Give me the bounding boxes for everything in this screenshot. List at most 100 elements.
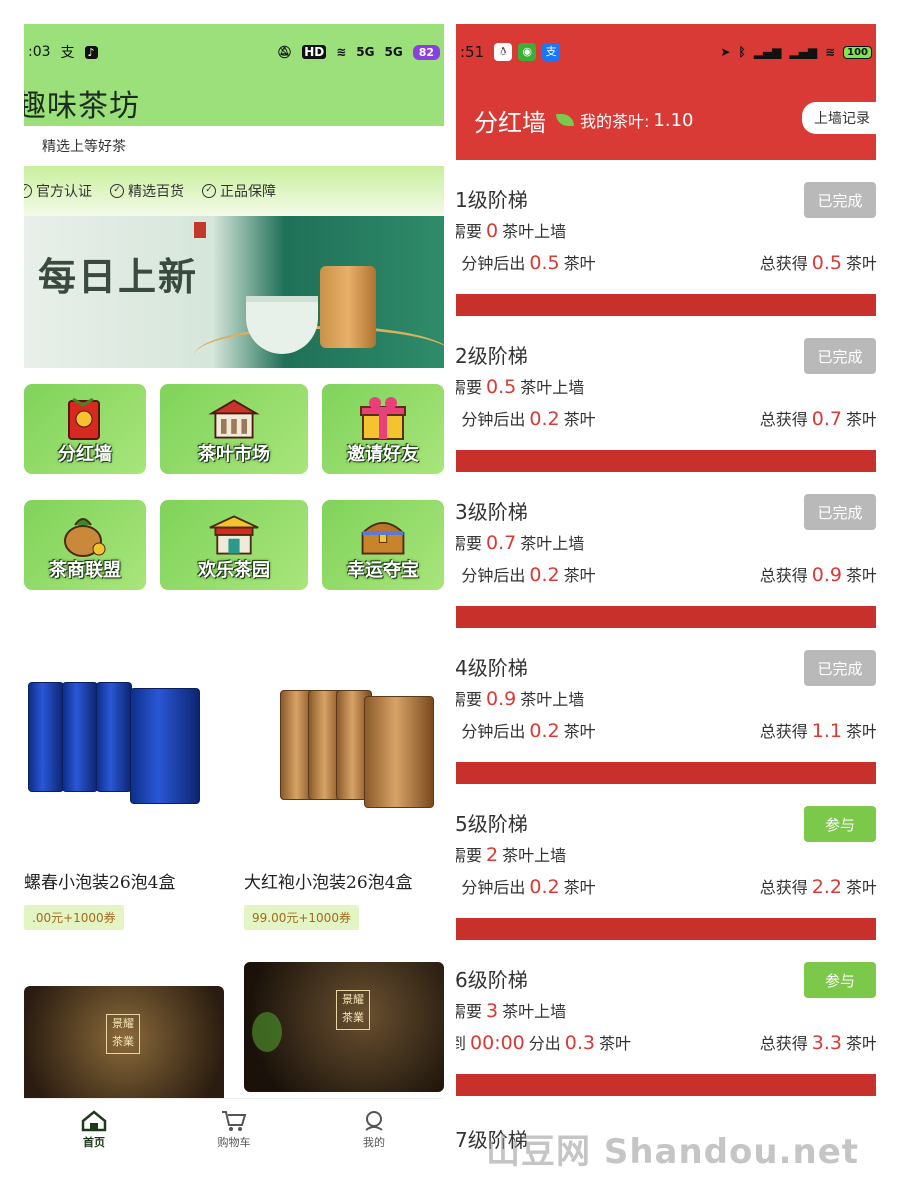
tile-label: 幸运夺宝	[347, 560, 419, 581]
promo-banner[interactable]: 每日上新	[24, 216, 444, 368]
ladder-level: 2级阶梯需要0.5茶叶上墙) 分钟后出0.2茶叶 总获得0.7茶叶 已完成	[456, 316, 876, 472]
required-amount: 0.5	[486, 376, 517, 398]
required-amount: 2	[486, 844, 499, 866]
check-circle-icon: ✓	[202, 184, 216, 198]
seal-stamp-icon	[194, 222, 206, 238]
status-bar: :51 🐧︎ ◉ 支 ➤ ᛒ ▂▄▆ ▂▄▆ ≋ 100	[456, 24, 876, 80]
badge-genuine: ✓ 正品保障	[202, 181, 276, 201]
leaf-decoration	[252, 1012, 282, 1052]
check-circle-icon: ✓	[24, 184, 32, 198]
total-amount: 2.2	[811, 876, 842, 898]
treasure-chest-icon	[357, 510, 409, 560]
output-amount: 0.2	[529, 408, 560, 430]
product-photo-right[interactable]: 景耀茶業	[244, 962, 444, 1092]
ladder-output-rate: ) 分钟后出0.5茶叶	[456, 252, 596, 274]
tab-profile[interactable]: 我的	[304, 1099, 444, 1160]
page-header: 分红墙 我的茶叶: 1.10 上墙记录	[456, 80, 876, 160]
home-icon	[81, 1109, 107, 1131]
product-price: .00元+1000券	[24, 905, 124, 930]
output-amount: 0.2	[529, 876, 560, 898]
my-leaves-value: 1.10	[653, 109, 694, 131]
section-divider	[456, 294, 876, 316]
tab-home[interactable]: 首页	[24, 1099, 164, 1160]
total-amount: 0.7	[811, 408, 842, 430]
required-amount: 0.9	[486, 688, 517, 710]
hd-badge: HD	[302, 45, 327, 59]
completed-button[interactable]: 已完成	[804, 650, 876, 686]
join-button[interactable]: 参与	[804, 806, 876, 842]
completed-button[interactable]: 已完成	[804, 338, 876, 374]
ladder-level: 1级阶梯需要0茶叶上墙) 分钟后出0.5茶叶 总获得0.5茶叶 已完成	[456, 160, 876, 316]
required-amount: 3	[486, 1000, 499, 1022]
left-phone-screen: :03 支 ♪ 🔕︎ HD ≋ 5G 5G 82 趣味茶坊 精选上等好茶 ✓ 官…	[24, 24, 444, 1160]
status-bar: :03 支 ♪ 🔕︎ HD ≋ 5G 5G 82	[24, 24, 444, 80]
section-divider	[456, 450, 876, 472]
product-card[interactable]: 大红袍小泡装26泡4盒 99.00元+1000券	[244, 664, 444, 930]
completed-button[interactable]: 已完成	[804, 182, 876, 218]
trust-badges: ✓ 官方认证 ✓ 精选百货 ✓ 正品保障	[24, 166, 444, 216]
badge-official: ✓ 官方认证	[24, 181, 92, 201]
ladder-level: 6级阶梯 需要 3 茶叶上墙到 00:00 分出 0.3 茶叶 总获得 3.3 茶叶 参与	[456, 940, 876, 1096]
mute-icon: 🔕︎	[276, 45, 293, 59]
signal-5g-2: 5G	[384, 45, 403, 59]
signal-icon: ▂▄▆	[789, 45, 818, 59]
banner-title: 每日上新	[38, 254, 199, 299]
tea-can-illustration	[320, 266, 376, 348]
product-card[interactable]: 螺春小泡装26泡4盒 .00元+1000券	[24, 664, 224, 930]
total-amount: 1.1	[811, 720, 842, 742]
product-photo-left[interactable]: 景耀茶業	[24, 986, 224, 1116]
ladder-requirement: 需要 0.5 茶叶上墙	[456, 376, 585, 398]
release-time: 00:00	[470, 1032, 525, 1054]
ladder-requirement: 需要 3 茶叶上墙	[456, 1000, 567, 1022]
profile-icon	[365, 1110, 383, 1131]
banner-decoration	[194, 326, 444, 368]
ladder-level-name: 1级阶梯	[456, 188, 528, 212]
app-title: 趣味茶坊	[24, 89, 140, 124]
ladder-level-name: 5级阶梯	[456, 812, 528, 836]
slogan-text: 精选上等好茶	[42, 139, 126, 155]
total-amount: 0.9	[811, 564, 842, 586]
ladder-level-name: 2级阶梯	[456, 344, 528, 368]
pavilion-icon	[208, 510, 260, 560]
ladder-level-name: 4级阶梯	[456, 656, 528, 680]
section-divider	[456, 762, 876, 784]
ladder-output-rate: 到 00:00 分出 0.3 茶叶	[456, 1032, 632, 1054]
tab-cart[interactable]: 购物车	[164, 1099, 304, 1160]
tile-merchant-alliance[interactable]: 茶商联盟	[24, 500, 146, 590]
page-title: 分红墙	[474, 108, 546, 137]
total-amount: 3.3	[811, 1032, 842, 1054]
completed-button[interactable]: 已完成	[804, 494, 876, 530]
product-photo-row: 景耀茶業 景耀茶業	[24, 960, 444, 1116]
my-leaves-label: 我的茶叶:	[580, 112, 650, 131]
cart-icon	[222, 1110, 247, 1131]
check-circle-icon: ✓	[110, 184, 124, 198]
product-image-tan-boxes	[244, 664, 444, 854]
tiktok-icon: ♪	[84, 45, 98, 59]
tile-label: 邀请好友	[347, 444, 419, 465]
ladder-total: 总获得 3.3 茶叶	[759, 1032, 876, 1054]
ladder-output-rate: ) 分钟后出0.2茶叶	[456, 564, 596, 586]
wall-record-button[interactable]: 上墙记录	[802, 102, 876, 134]
tile-tea-market[interactable]: 茶叶市场	[160, 384, 308, 474]
qq-icon: 🐧︎	[494, 43, 513, 61]
status-time: :51	[460, 43, 485, 61]
total-amount: 0.5	[811, 252, 842, 274]
right-phone-screen: :51 🐧︎ ◉ 支 ➤ ᛒ ▂▄▆ ▂▄▆ ≋ 100 分红墙 我的茶叶: 1…	[456, 24, 876, 1160]
product-name: 螺春小泡装26泡4盒	[24, 873, 176, 893]
section-divider	[456, 1074, 876, 1096]
badge-selected: ✓ 精选百货	[110, 181, 184, 201]
tile-dividend-wall[interactable]: 分红墙	[24, 384, 146, 474]
money-bag-icon	[59, 510, 111, 560]
signal-5g-1: 5G	[356, 45, 375, 59]
ladder-requirement: 需要 0 茶叶上墙	[456, 220, 567, 242]
tile-invite-friends[interactable]: 邀请好友	[322, 384, 444, 474]
join-button[interactable]: 参与	[804, 962, 876, 998]
slogan: 精选上等好茶	[24, 126, 444, 166]
output-amount: 0.2	[529, 564, 560, 586]
tile-happy-tea-garden[interactable]: 欢乐茶园	[160, 500, 308, 590]
product-image-blue-boxes	[24, 664, 224, 854]
tile-lucky-treasure[interactable]: 幸运夺宝	[322, 500, 444, 590]
alipay-icon: 支	[542, 43, 561, 61]
location-icon: ➤	[720, 45, 731, 59]
product-name: 大红袍小泡装26泡4盒	[244, 873, 413, 893]
